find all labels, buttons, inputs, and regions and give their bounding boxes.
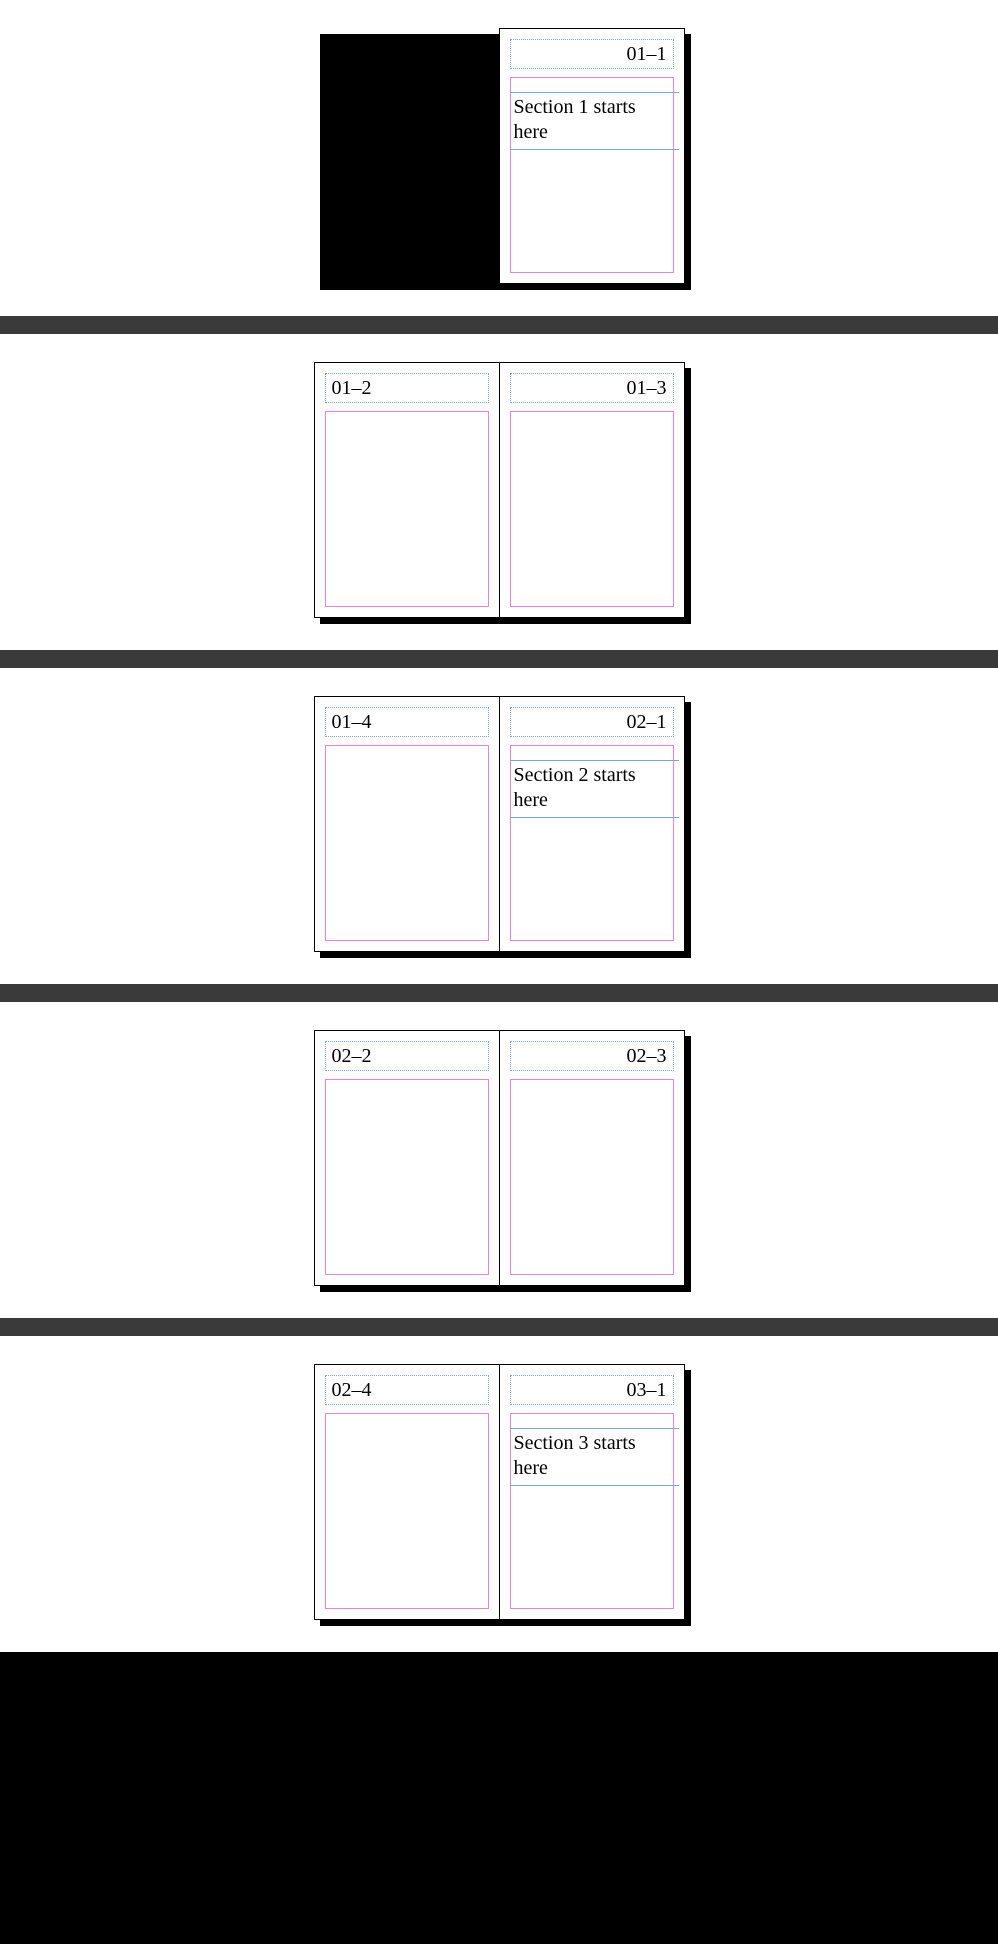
spread-row: 01–4 02–1 Section 2 starts here bbox=[0, 668, 998, 1002]
page-placeholder bbox=[314, 28, 500, 284]
page[interactable]: 01–2 bbox=[314, 362, 500, 618]
page-number: 02–2 bbox=[332, 1046, 372, 1066]
body-text-frame[interactable]: Section 1 starts here bbox=[510, 77, 674, 273]
page-number-frame[interactable]: 02–3 bbox=[510, 1041, 674, 1071]
page[interactable]: 02–2 bbox=[314, 1030, 500, 1286]
body-text-frame[interactable] bbox=[325, 411, 489, 607]
page-number: 01–2 bbox=[332, 378, 372, 398]
spread-shadow: 01–4 02–1 Section 2 starts here bbox=[314, 696, 685, 952]
page-number: 02–1 bbox=[627, 712, 667, 732]
page-number: 02–3 bbox=[627, 1046, 667, 1066]
page[interactable]: 02–4 bbox=[314, 1364, 500, 1620]
section-start-text[interactable]: Section 2 starts here bbox=[510, 760, 679, 818]
page[interactable]: 01–4 bbox=[314, 696, 500, 952]
page[interactable]: 02–1 Section 2 starts here bbox=[499, 696, 685, 952]
page-number: 02–4 bbox=[332, 1380, 372, 1400]
spread-row: 01–1 Section 1 starts here bbox=[0, 0, 998, 334]
page-number: 01–4 bbox=[332, 712, 372, 732]
body-text-frame[interactable] bbox=[510, 411, 674, 607]
page-number-frame[interactable]: 02–4 bbox=[325, 1375, 489, 1405]
page-number-frame[interactable]: 01–2 bbox=[325, 373, 489, 403]
spread-shadow: 01–2 01–3 bbox=[314, 362, 685, 618]
spread-row: 01–2 01–3 bbox=[0, 334, 998, 668]
spread-shadow: 02–2 02–3 bbox=[314, 1030, 685, 1286]
page[interactable]: 01–1 Section 1 starts here bbox=[499, 28, 685, 284]
body-text-frame[interactable]: Section 2 starts here bbox=[510, 745, 674, 941]
page-number-frame[interactable]: 03–1 bbox=[510, 1375, 674, 1405]
page-number-frame[interactable]: 01–1 bbox=[510, 39, 674, 69]
spread[interactable]: 01–2 01–3 bbox=[314, 362, 685, 618]
page-number-frame[interactable]: 01–3 bbox=[510, 373, 674, 403]
section-start-text[interactable]: Section 1 starts here bbox=[510, 92, 679, 150]
spread-row: 02–4 03–1 Section 3 starts here bbox=[0, 1336, 998, 1652]
page[interactable]: 03–1 Section 3 starts here bbox=[499, 1364, 685, 1620]
page-number: 01–3 bbox=[627, 378, 667, 398]
body-text-frame[interactable] bbox=[510, 1079, 674, 1275]
body-text-frame[interactable]: Section 3 starts here bbox=[510, 1413, 674, 1609]
page-number: 03–1 bbox=[627, 1380, 667, 1400]
spread-row: 02–2 02–3 bbox=[0, 1002, 998, 1336]
spread-shadow: 01–1 Section 1 starts here bbox=[314, 28, 685, 284]
page-number: 01–1 bbox=[627, 44, 667, 64]
spread[interactable]: 01–1 Section 1 starts here bbox=[314, 28, 685, 284]
page[interactable]: 01–3 bbox=[499, 362, 685, 618]
spread-shadow: 02–4 03–1 Section 3 starts here bbox=[314, 1364, 685, 1620]
body-text-frame[interactable] bbox=[325, 1413, 489, 1609]
page-number-frame[interactable]: 02–1 bbox=[510, 707, 674, 737]
spread[interactable]: 01–4 02–1 Section 2 starts here bbox=[314, 696, 685, 952]
spread[interactable]: 02–4 03–1 Section 3 starts here bbox=[314, 1364, 685, 1620]
body-text-frame[interactable] bbox=[325, 745, 489, 941]
section-start-text[interactable]: Section 3 starts here bbox=[510, 1428, 679, 1486]
spread[interactable]: 02–2 02–3 bbox=[314, 1030, 685, 1286]
page-number-frame[interactable]: 02–2 bbox=[325, 1041, 489, 1071]
page[interactable]: 02–3 bbox=[499, 1030, 685, 1286]
body-text-frame[interactable] bbox=[325, 1079, 489, 1275]
page-number-frame[interactable]: 01–4 bbox=[325, 707, 489, 737]
pages-panel: 01–1 Section 1 starts here 01–2 bbox=[0, 0, 998, 1652]
